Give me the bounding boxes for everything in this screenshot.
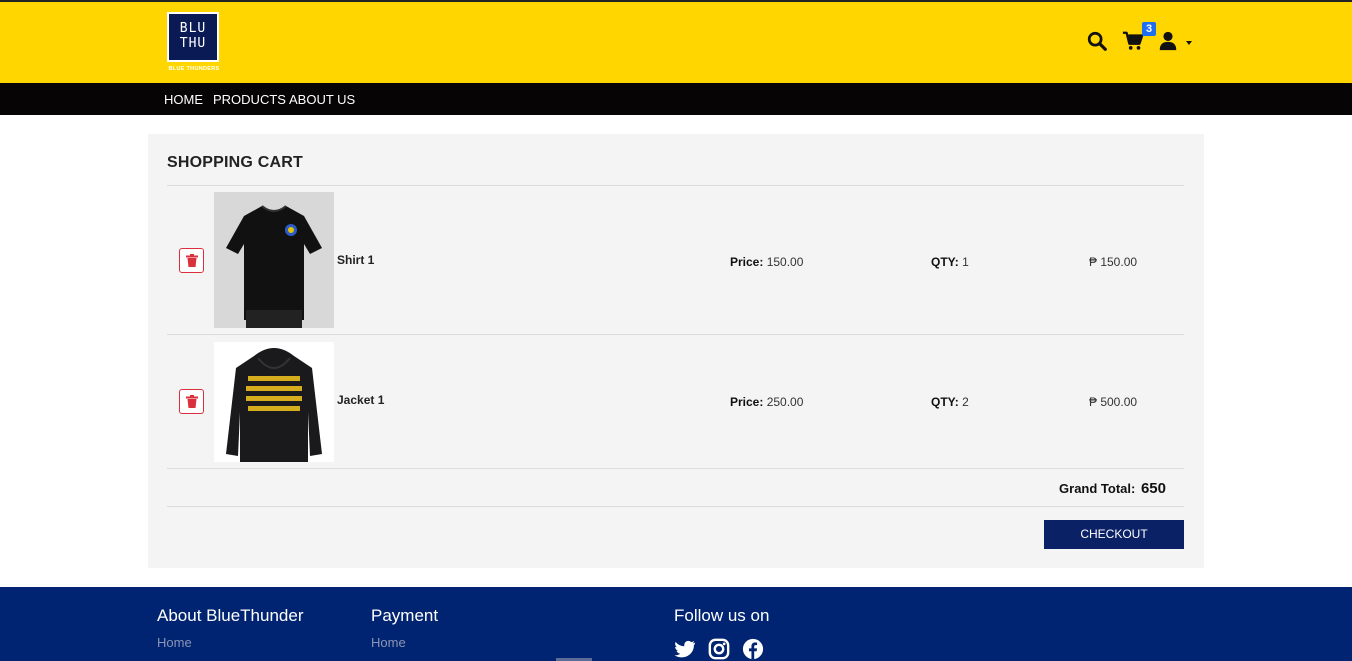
line-subtotal: ₱ 500.00 xyxy=(1089,395,1138,409)
product-name: Jacket 1 xyxy=(337,393,385,407)
brand-logo[interactable]: BLU THU BLUE THUNDERS xyxy=(157,12,231,76)
line-subtotal: ₱ 150.00 xyxy=(1089,255,1138,269)
price-label: Price: xyxy=(730,255,764,269)
divider xyxy=(167,334,1184,335)
grand-total: Grand Total: 650 xyxy=(1059,480,1166,497)
cart-row xyxy=(167,340,1184,468)
footer-about-home-link[interactable]: Home xyxy=(157,635,192,650)
cart-count-badge: 3 xyxy=(1142,22,1156,36)
instagram-icon[interactable] xyxy=(708,638,730,660)
price-value: 250.00 xyxy=(766,395,804,409)
site-footer: About BlueThunder Home Payment Home Foll… xyxy=(0,587,1352,661)
price-label: Price: xyxy=(730,395,764,409)
main-nav: HOME PRODUCTS ABOUT US xyxy=(0,83,1352,115)
qty-label: QTY: xyxy=(931,395,959,409)
logo-tagline: BLUE THUNDERS xyxy=(168,66,220,72)
product-price: Price: 250.00 xyxy=(730,395,803,409)
cart-icon[interactable] xyxy=(1122,30,1144,52)
product-price: Price: 150.00 xyxy=(730,255,803,269)
product-qty: QTY: 2 xyxy=(931,395,969,409)
delete-item-button[interactable] xyxy=(179,389,204,414)
logo-mark: BLU THU xyxy=(167,12,219,62)
trash-icon xyxy=(186,254,198,267)
product-thumbnail xyxy=(214,192,334,328)
chevron-down-icon[interactable] xyxy=(1186,41,1192,45)
delete-item-button[interactable] xyxy=(179,248,204,273)
twitter-icon[interactable] xyxy=(674,638,696,660)
qty-value: 2 xyxy=(962,395,969,409)
footer-payment-heading: Payment xyxy=(371,606,439,625)
divider xyxy=(167,185,1184,186)
cart-row: Shirt 1 Price: 150.00 QTY: 1 ₱ 150.00 xyxy=(167,191,1184,328)
footer-payment-home-link[interactable]: Home xyxy=(371,635,406,650)
nav-home[interactable]: HOME xyxy=(164,92,203,107)
qty-value: 1 xyxy=(962,255,969,269)
product-thumbnail xyxy=(214,342,334,462)
user-icon[interactable] xyxy=(1157,30,1179,52)
product-qty: QTY: 1 xyxy=(931,255,969,269)
nav-about-us[interactable]: ABOUT US xyxy=(289,92,355,107)
product-name: Shirt 1 xyxy=(337,253,375,267)
divider xyxy=(167,506,1184,507)
footer-about-heading: About BlueThunder xyxy=(157,606,304,625)
shopping-cart-panel: SHOPPING CART Shirt 1 Price: 150.00 QTY:… xyxy=(148,134,1204,568)
page-title: SHOPPING CART xyxy=(167,154,303,171)
checkout-button[interactable]: CHECKOUT xyxy=(1044,520,1184,549)
site-header: BLU THU BLUE THUNDERS 3 xyxy=(0,0,1352,83)
nav-products[interactable]: PRODUCTS xyxy=(213,92,286,107)
footer-follow-heading: Follow us on xyxy=(674,606,770,625)
search-icon[interactable] xyxy=(1086,30,1108,52)
facebook-icon[interactable] xyxy=(742,638,764,660)
qty-label: QTY: xyxy=(931,255,959,269)
divider xyxy=(167,468,1184,469)
grand-total-label: Grand Total: xyxy=(1059,481,1136,496)
grand-total-value: 650 xyxy=(1140,480,1166,497)
price-value: 150.00 xyxy=(766,255,804,269)
trash-icon xyxy=(186,395,198,408)
